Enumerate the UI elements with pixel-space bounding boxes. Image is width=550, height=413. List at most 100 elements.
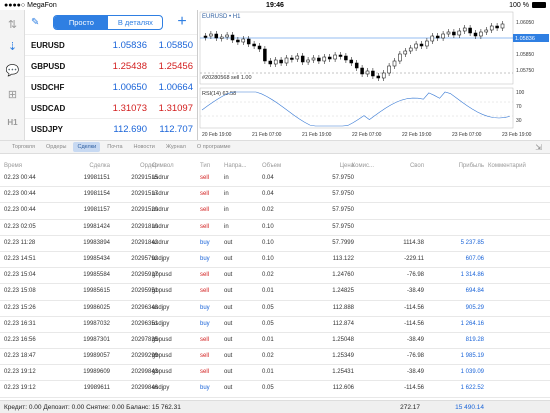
column-header[interactable]: Символ	[152, 163, 174, 169]
column-header[interactable]: Объем	[262, 163, 281, 169]
chat-icon[interactable]: 💬	[4, 62, 21, 79]
chart-canvas[interactable]: EURUSD • H11.060501.059501.058501.057501…	[198, 10, 550, 140]
candle-body	[441, 33, 445, 39]
table-cell: 19981424	[83, 223, 110, 230]
detailed-view-button[interactable]: В деталях	[108, 16, 162, 29]
table-cell: 57.9750	[332, 223, 354, 230]
table-cell: 1.25431	[332, 369, 354, 376]
tab-item[interactable]: Новости	[130, 142, 159, 152]
quote-ask[interactable]: 112.707	[147, 124, 193, 135]
table-cell: 1.24825	[332, 288, 354, 295]
quote-bid[interactable]: 1.05836	[101, 40, 147, 51]
column-header[interactable]: Комментарий	[488, 163, 526, 169]
candle-body	[338, 54, 343, 57]
table-cell: 1 264.16	[460, 320, 484, 327]
quotes-icon[interactable]: ⇅	[4, 16, 21, 33]
add-symbol-icon[interactable]: +	[177, 14, 186, 30]
quote-row[interactable]: EURUSD 1.05836 1.05850	[25, 34, 197, 55]
quote-ask[interactable]: 1.31097	[147, 103, 193, 114]
tab-item[interactable]: О программе	[193, 142, 235, 152]
table-row[interactable]: 02.23 00:44 19981157 20291520 usdrur sell in 0…	[0, 203, 550, 220]
column-header[interactable]: Своп	[380, 163, 424, 169]
table-row[interactable]: 02.23 15:04 19985584 20295917 gbpusd sell out…	[0, 268, 550, 285]
table-cell: 5 237.85	[460, 239, 484, 246]
candle-body	[452, 31, 456, 36]
tab-item[interactable]: Торговля	[8, 142, 39, 152]
column-header[interactable]: Прибыль	[430, 163, 484, 169]
connect-icon[interactable]: ⇣	[4, 38, 21, 55]
tab-item[interactable]: Ордеры	[42, 142, 71, 152]
quote-bid[interactable]: 1.25438	[101, 61, 147, 72]
table-cell: gbpusd	[152, 353, 172, 360]
candle-body	[446, 31, 451, 35]
quote-bid[interactable]: 1.00650	[101, 82, 147, 93]
table-row[interactable]: 02.23 19:12 19989609 20299843 gbpusd sell out…	[0, 365, 550, 382]
column-header[interactable]: Напра...	[224, 163, 247, 169]
column-header[interactable]: Тип	[200, 163, 210, 169]
table-cell: 02.23 19:12	[4, 385, 36, 392]
table-cell: usdjpy	[152, 385, 170, 392]
tab-item[interactable]: Сделки	[73, 142, 101, 152]
candle-body	[468, 27, 472, 34]
edit-icon[interactable]: ✎	[31, 17, 39, 28]
candle-body	[381, 72, 386, 79]
quote-row[interactable]: USDJPY 112.690 112.707	[25, 118, 197, 139]
price-tick-label: 1.05850	[516, 52, 534, 58]
table-cell: sell	[200, 272, 210, 279]
time-axis-label: 21 Feb 19:00	[302, 132, 332, 138]
candle-body	[246, 38, 251, 45]
table-cell: 0.01	[262, 369, 274, 376]
table-cell: 0.02	[262, 207, 274, 214]
candle-body	[295, 55, 300, 60]
quote-symbol: USDJPY	[31, 124, 64, 134]
table-row[interactable]: 02.23 16:56 19987301 20297835 gbpusd sell out…	[0, 333, 550, 350]
table-cell: 0.04	[262, 175, 274, 181]
table-cell: in	[224, 191, 229, 198]
candle-body	[284, 57, 289, 64]
quote-bid[interactable]: 112.690	[101, 124, 147, 135]
quote-row[interactable]: USDCHF 1.00650 1.00664	[25, 76, 197, 97]
quote-ask[interactable]: 1.05850	[147, 40, 193, 51]
table-cell: 1 039.09	[460, 369, 484, 376]
table-cell: sell	[200, 288, 210, 295]
timeframe-icon[interactable]: H1	[4, 114, 21, 131]
candle-body	[403, 50, 408, 55]
add-chart-icon[interactable]: ⊞	[4, 86, 21, 103]
table-row[interactable]: 02.23 16:31 19987032 20296351 usdjpy buy out 0…	[0, 317, 550, 333]
candle-body	[203, 35, 208, 38]
rsi-level-label: 30	[516, 118, 522, 124]
table-cell: buy	[200, 239, 210, 246]
quote-ask[interactable]: 1.00664	[147, 82, 193, 93]
table-cell: -38.49	[406, 336, 424, 343]
table-cell: out	[224, 385, 233, 392]
table-row[interactable]: 02.23 15:26 19986025 20296348 usdjpy buy out 0…	[0, 301, 550, 317]
table-row[interactable]: 02.23 11:28 19983894 20291842 usdrur buy out 0…	[0, 236, 550, 252]
candle-body	[214, 33, 219, 39]
bid-price-label: 1.05836	[515, 36, 535, 42]
table-row[interactable]: 02.23 18:47 19989057 20299299 gbpusd sell out…	[0, 349, 550, 366]
view-mode-toggle: Просто В деталях	[53, 14, 164, 30]
simple-view-button[interactable]: Просто	[54, 15, 109, 29]
table-cell: -76.98	[406, 272, 424, 279]
column-header[interactable]: Сделка	[62, 163, 110, 169]
table-row[interactable]: 02.23 00:44 19981154 20291517 usdrur sell in 0…	[0, 187, 550, 204]
table-row[interactable]: 02.23 19:12 19989611 20299846 usdjpy buy out 0…	[0, 381, 550, 398]
table-cell: sell	[200, 369, 210, 376]
column-header[interactable]: Время	[4, 163, 22, 169]
candle-body	[398, 53, 402, 62]
quote-row[interactable]: USDCAD 1.31073 1.31097	[25, 97, 197, 118]
expand-icon[interactable]: ⇲	[535, 143, 542, 152]
table-row[interactable]: 02.23 02:05 19981424 20291810 usdrur sell in 0…	[0, 220, 550, 236]
table-row[interactable]: 02.23 00:44 19981151 20291515 usdrur sell in 0…	[0, 171, 550, 188]
candle-body	[209, 33, 213, 37]
tab-item[interactable]: Почта	[103, 142, 126, 152]
table-row[interactable]: 02.23 14:51 19985434 20295792 usdjpy buy out 0…	[0, 252, 550, 269]
price-chart[interactable]: EURUSD • H11.060501.059501.058501.057501…	[197, 10, 550, 140]
table-row[interactable]: 02.23 15:08 19985615 20295951 gbpusd sell out…	[0, 284, 550, 301]
column-header[interactable]: Комис...	[340, 163, 374, 169]
quote-ask[interactable]: 1.25456	[147, 61, 193, 72]
quote-bid[interactable]: 1.31073	[101, 103, 147, 114]
table-cell: 57.7999	[332, 239, 354, 246]
quote-row[interactable]: GBPUSD 1.25438 1.25456	[25, 55, 197, 76]
tab-item[interactable]: Журнал	[162, 142, 190, 152]
